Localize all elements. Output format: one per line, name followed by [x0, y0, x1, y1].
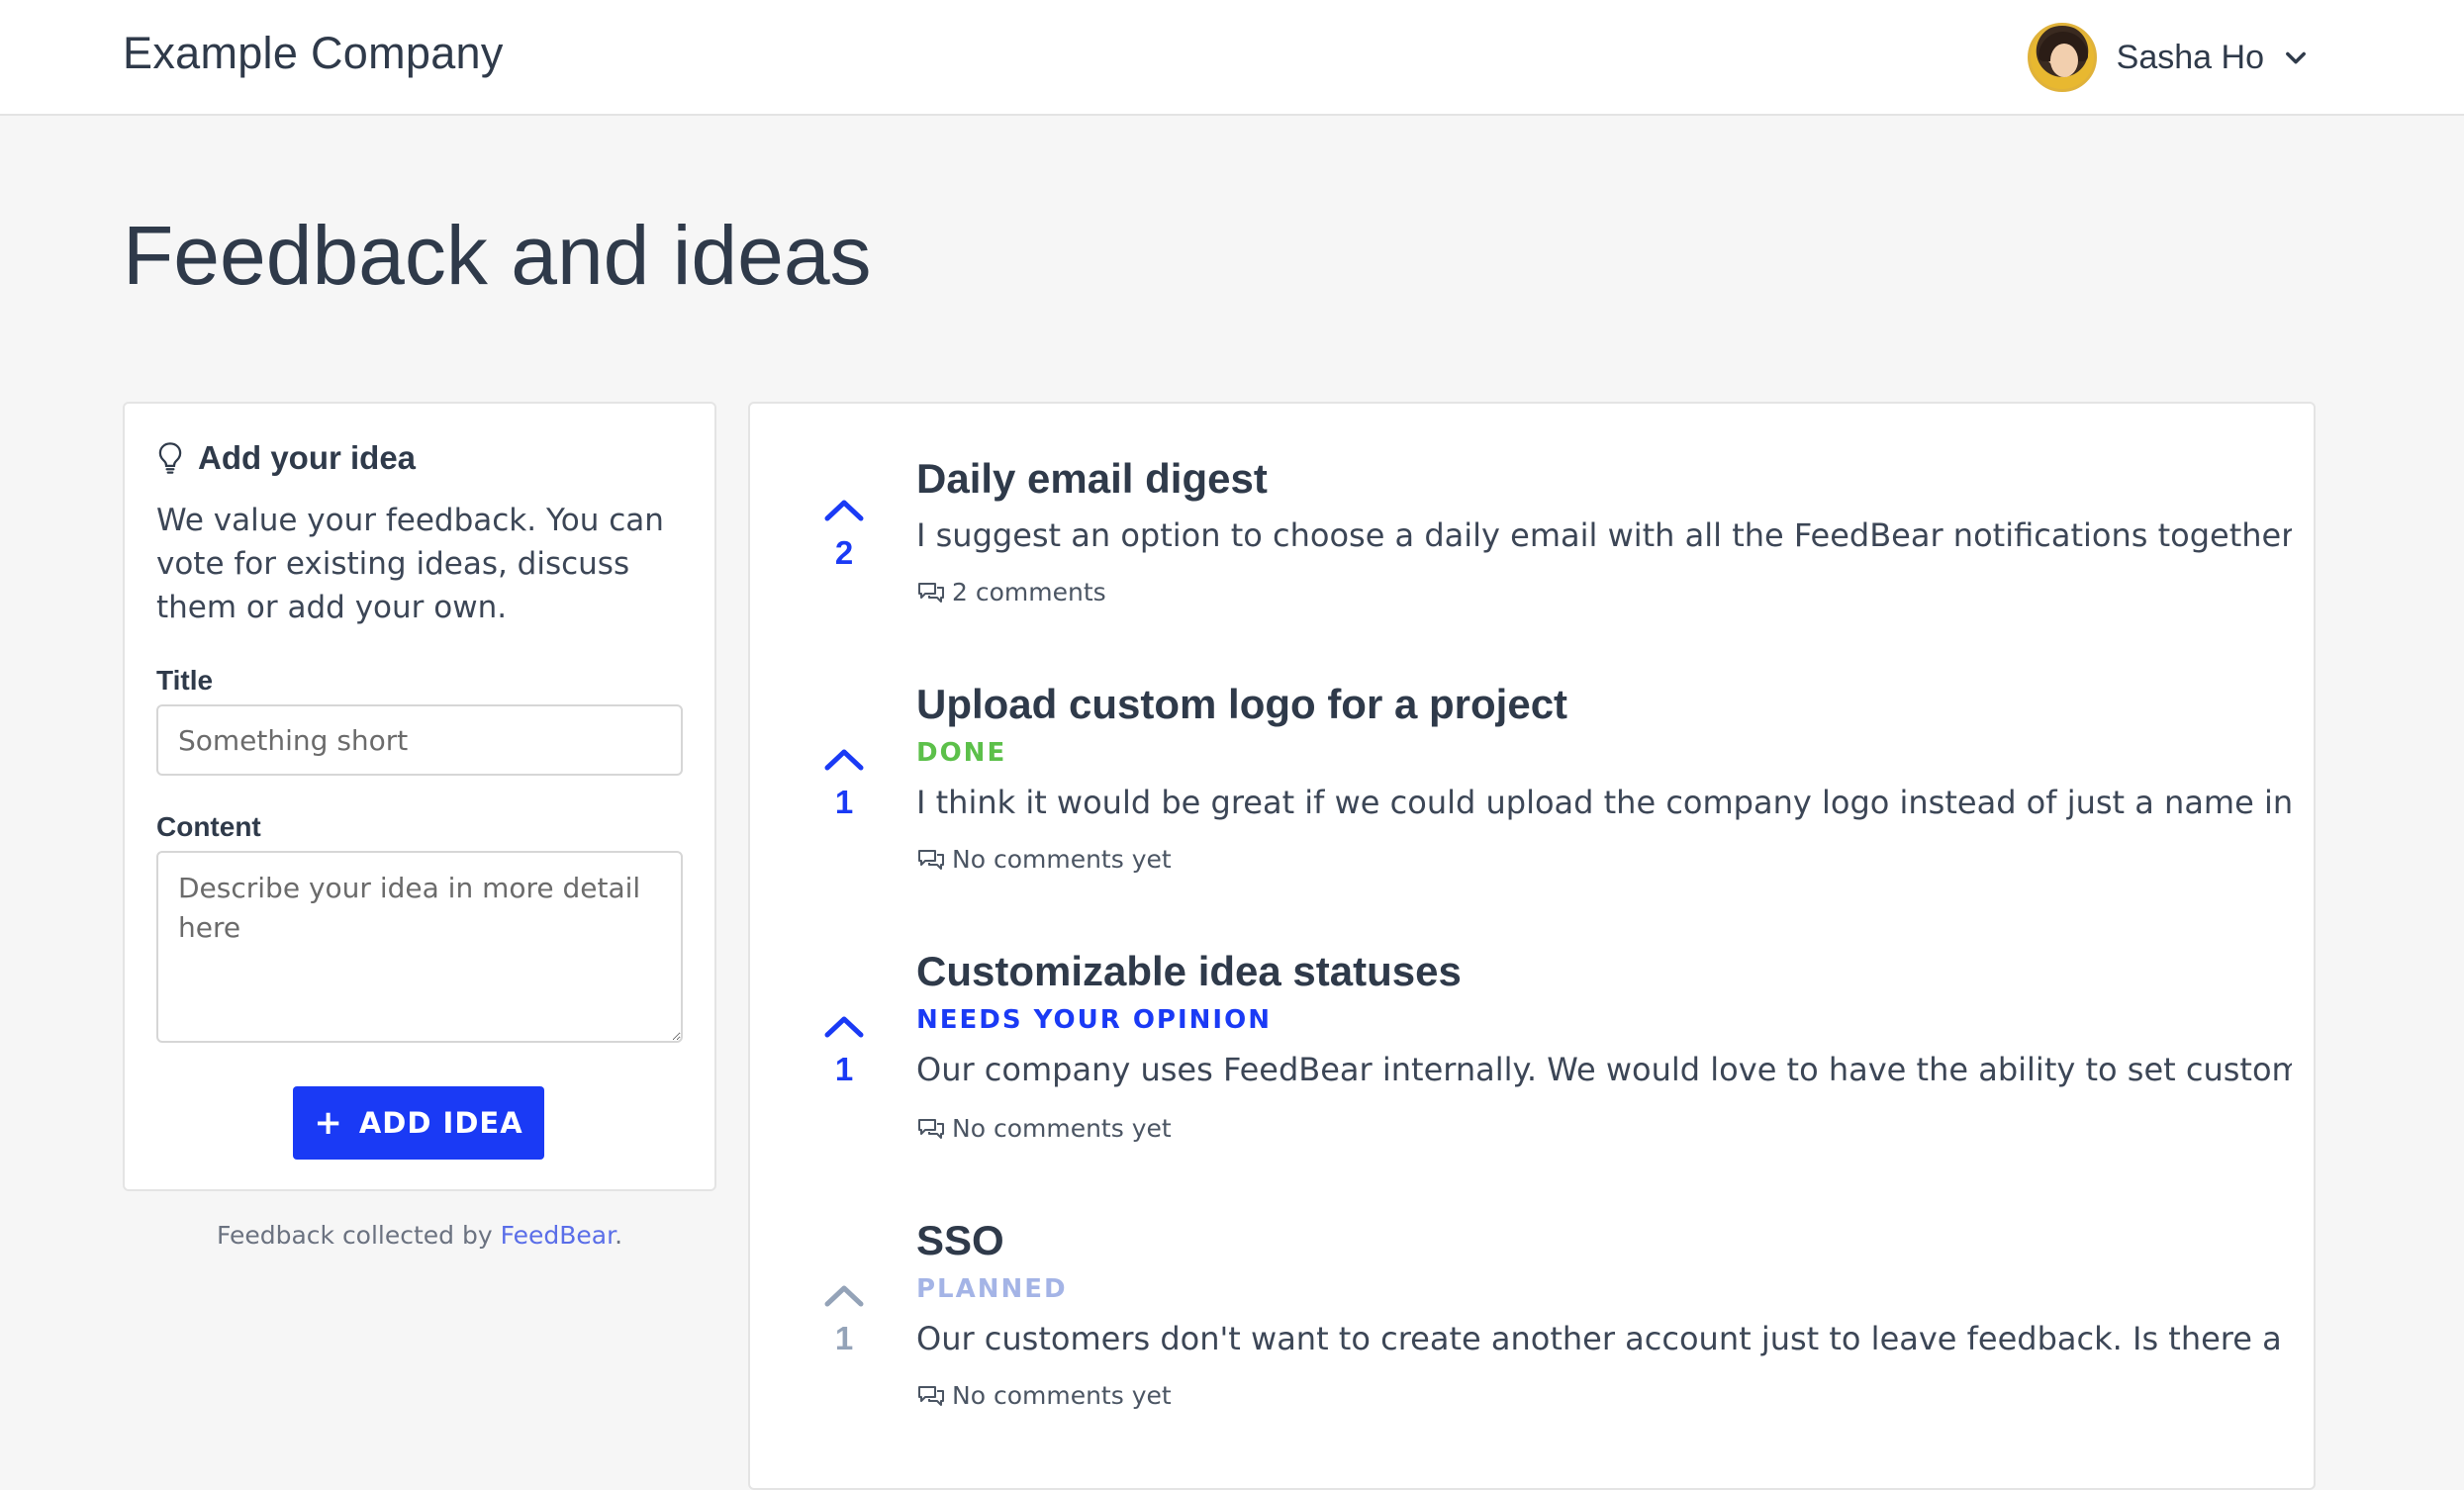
title-input[interactable]: [156, 704, 683, 776]
lightbulb-icon: [158, 442, 182, 474]
comments-icon: [918, 1385, 944, 1406]
idea-title-link[interactable]: Upload custom logo for a project: [916, 681, 1567, 728]
top-header: Example Company Sasha Ho: [0, 0, 2464, 116]
intro-text: We value your feedback. You can vote for…: [156, 503, 664, 625]
footer-credit: Feedback collected by FeedBear.: [216, 1221, 623, 1250]
idea-description: I think it would be great if we could up…: [916, 784, 2292, 821]
chevron-up-icon: [824, 1016, 864, 1038]
comments-count: 2 comments: [952, 578, 1106, 606]
comments-count: No comments yet: [952, 845, 1172, 874]
idea-comments[interactable]: 2 comments: [916, 578, 1106, 606]
company-name[interactable]: Example Company: [123, 28, 504, 79]
comments-count: No comments yet: [952, 1381, 1172, 1410]
idea-comments[interactable]: No comments yet: [916, 845, 1172, 874]
idea-description: Our company uses FeedBear internally. We…: [916, 1051, 2292, 1088]
idea-title-link[interactable]: SSO: [916, 1217, 1004, 1264]
add-idea-header: Add your idea: [156, 439, 416, 477]
plus-icon: +: [314, 1103, 343, 1143]
content-textarea[interactable]: [156, 851, 683, 1043]
status-badge-planned: PLANNED: [916, 1274, 1068, 1304]
idea-title-link[interactable]: Daily email digest: [916, 455, 1268, 503]
comments-count: No comments yet: [952, 1114, 1172, 1143]
upvote-button[interactable]: 1: [800, 746, 889, 821]
vote-count: 1: [834, 784, 854, 820]
idea-comments[interactable]: No comments yet: [916, 1114, 1172, 1143]
idea-description: Our customers don't want to create anoth…: [916, 1320, 2292, 1357]
idea-comments[interactable]: No comments yet: [916, 1381, 1172, 1410]
add-idea-button[interactable]: + ADD IDEA: [293, 1086, 544, 1160]
vote-count: 1: [834, 1320, 854, 1356]
chevron-down-icon: [2286, 51, 2306, 64]
comments-icon: [918, 1118, 944, 1139]
page-title: Feedback and ideas: [123, 209, 872, 302]
vote-count: 1: [834, 1051, 854, 1087]
upvote-button[interactable]: 1: [800, 1013, 889, 1088]
vote-count: 2: [834, 534, 854, 571]
idea-description: I suggest an option to choose a daily em…: [916, 516, 2292, 554]
add-idea-button-label: ADD IDEA: [358, 1106, 523, 1140]
upvote-button[interactable]: 1: [800, 1282, 889, 1357]
add-idea-card: Add your idea We value your feedback. Yo…: [123, 402, 716, 1191]
add-idea-heading: Add your idea: [198, 439, 417, 476]
comments-icon: [918, 582, 944, 603]
feedbear-link[interactable]: FeedBear: [501, 1221, 615, 1250]
upvote-button[interactable]: 2: [800, 497, 889, 572]
comments-icon: [918, 849, 944, 870]
title-label: Title: [156, 665, 214, 696]
user-avatar: [2027, 23, 2097, 92]
user-menu-button[interactable]: Sasha Ho: [2027, 21, 2310, 94]
user-name: Sasha Ho: [2116, 38, 2264, 76]
ideas-list: 2 Daily email digest I suggest an option…: [748, 402, 2316, 1490]
idea-title-link[interactable]: Customizable idea statuses: [916, 948, 1462, 995]
content-label: Content: [156, 811, 261, 842]
status-badge-needs-opinion: NEEDS YOUR OPINION: [916, 1005, 1272, 1035]
status-badge-done: DONE: [916, 738, 1007, 768]
chevron-up-icon: [824, 749, 864, 771]
chevron-up-icon: [824, 1285, 864, 1307]
chevron-up-icon: [824, 500, 864, 521]
